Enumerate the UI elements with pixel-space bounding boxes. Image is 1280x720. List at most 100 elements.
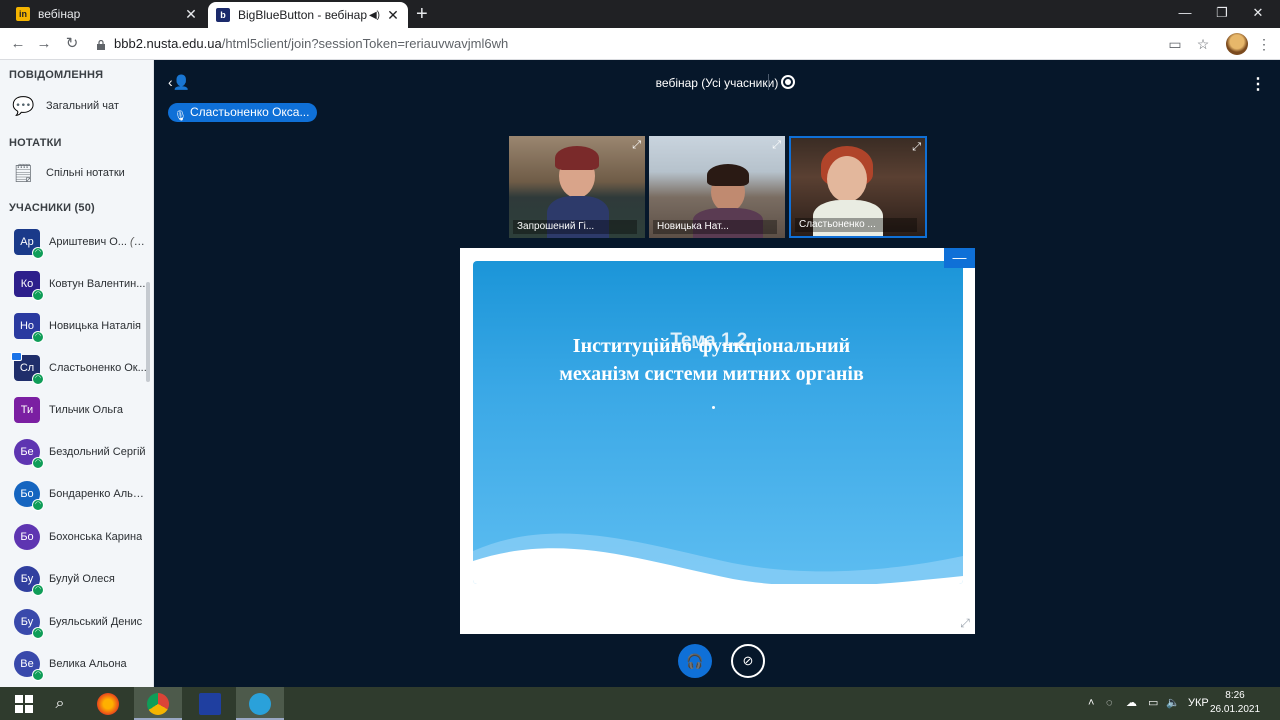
notes-heading: НОТАТКИ: [9, 137, 62, 149]
user-name: Бондаренко Альб...: [49, 488, 147, 500]
browser-tabstrip: in вебінар ✕ b BigBlueButton - вебінар (…: [0, 0, 1280, 28]
battery-icon[interactable]: ▭: [1148, 687, 1158, 720]
user-item[interactable]: Бу ◠ Буяльський Денис: [0, 601, 148, 643]
sidebar: ПОВІДОМЛЕННЯ 💬 Загальний чат НОТАТКИ 🗒 С…: [0, 60, 154, 687]
participant-face: [827, 156, 867, 202]
address-bar[interactable]: bbb2.nusta.edu.ua/html5client/join?sessi…: [92, 32, 1208, 56]
slide-background: [473, 261, 963, 584]
slide-wave: [473, 533, 963, 584]
user-item[interactable]: Бу ◠ Булуй Олеся: [0, 558, 148, 600]
user-item[interactable]: Бо Бохонська Карина: [0, 516, 148, 558]
star-icon[interactable]: ☆: [1194, 35, 1212, 53]
cloud-icon[interactable]: ☁: [1126, 687, 1137, 720]
minimize-presentation-button[interactable]: —: [944, 248, 975, 268]
user-item[interactable]: Ко ◠ Ковтун Валентин...: [0, 263, 148, 305]
back-icon[interactable]: ←: [8, 34, 28, 54]
headphones-icon: ◠: [32, 669, 44, 681]
user-name: Тильчик Ольга: [49, 404, 124, 416]
forward-icon[interactable]: →: [34, 34, 54, 54]
meeting-title: вебінар (Усі учасники): [655, 76, 779, 90]
video-tile[interactable]: ⤢ Сластьоненко ...: [789, 136, 927, 238]
user-name: Сластьоненко Ок...: [49, 362, 147, 374]
record-icon[interactable]: [781, 75, 795, 89]
reload-icon[interactable]: ↻: [62, 34, 82, 54]
public-chat-label: Загальний чат: [46, 100, 119, 112]
options-menu-icon[interactable]: ⋮: [1250, 74, 1266, 94]
avatar: Бе ◠: [14, 439, 44, 469]
network-icon[interactable]: ◌: [1106, 687, 1113, 720]
close-window-icon[interactable]: ✕: [1236, 0, 1280, 28]
telegram-icon[interactable]: [236, 687, 284, 720]
participant-hair: [555, 146, 599, 170]
close-icon[interactable]: ✕: [182, 6, 200, 23]
headphones-icon: ◠: [32, 289, 44, 301]
url-path: /html5client/join?sessionToken=reriauvwa…: [221, 36, 509, 51]
language-indicator[interactable]: УКР: [1188, 687, 1209, 720]
sidebar-scrollbar[interactable]: [146, 282, 150, 382]
avatar: Ар ◠: [14, 229, 44, 259]
user-name: Булуй Олеся: [49, 573, 115, 585]
fullscreen-icon[interactable]: ⤢: [772, 139, 781, 152]
user-item[interactable]: Но ◠ Новицька Наталія: [0, 305, 148, 347]
browser-tab-webinar[interactable]: in вебінар ✕: [8, 0, 206, 28]
shared-notes-label: Спільні нотатки: [46, 167, 125, 179]
user-item[interactable]: Бе ◠ Бездольний Сергій: [0, 431, 148, 473]
user-item[interactable]: Сл ◠ Сластьоненко Ок...: [0, 347, 148, 389]
lock-icon: [97, 39, 105, 50]
video-name: Сластьоненко ...: [795, 218, 917, 232]
tray-up-icon[interactable]: ˄: [1088, 687, 1094, 720]
video-tile[interactable]: ⤢ Новицька Нат...: [649, 136, 785, 238]
avatar: Ко ◠: [14, 271, 44, 301]
avatar: Но ◠: [14, 313, 44, 343]
fullscreen-icon[interactable]: ⤢: [956, 614, 974, 632]
close-icon[interactable]: ✕: [384, 7, 402, 24]
camera-off-button[interactable]: ⊘: [731, 644, 765, 678]
fullscreen-icon[interactable]: ⤢: [912, 141, 921, 154]
tab-title: BigBlueButton - вебінар (Усі: [238, 8, 369, 22]
speaker-icon[interactable]: ◀): [369, 10, 380, 21]
user-item[interactable]: Ар◠ Ариштевич О... (Ви): [0, 221, 148, 263]
taskbar: ⌕ ˄ ◌ ☁ ▭ 🔈 УКР 8:26 26.01.2021: [0, 687, 1280, 720]
browser-tab-bbb[interactable]: b BigBlueButton - вебінар (Усі ◀) ✕: [208, 2, 408, 28]
menu-icon[interactable]: ⋮: [1255, 35, 1273, 53]
firefox-icon[interactable]: [84, 687, 132, 720]
url-host: bbb2.nusta.edu.ua: [114, 36, 222, 51]
slide-dot: [712, 406, 715, 409]
new-tab-button[interactable]: +: [416, 3, 428, 26]
video-name: Запрошений Гі...: [513, 220, 637, 234]
avatar: Ти: [14, 397, 40, 423]
user-name: Новицька Наталія: [49, 320, 141, 332]
divider: [768, 74, 769, 90]
chat-icon: 💬: [12, 96, 35, 116]
user-name: Бездольний Сергій: [49, 446, 146, 458]
headphones-icon: ◠: [32, 584, 44, 596]
user-item[interactable]: Ти Тильчик Ольга: [0, 389, 148, 431]
video-tile[interactable]: ⤢ Запрошений Гі...: [509, 136, 645, 238]
user-name: Велика Альона: [49, 658, 127, 670]
user-item[interactable]: Бо ◠ Бондаренко Альб...: [0, 473, 148, 515]
clock-date: 26.01.2021: [1210, 704, 1261, 715]
shared-notes-item[interactable]: 🗒 Спільні нотатки: [12, 162, 125, 184]
headphones-button[interactable]: 🎧: [678, 644, 712, 678]
volume-icon[interactable]: 🔈: [1166, 687, 1180, 720]
chrome-icon[interactable]: [134, 687, 182, 720]
profile-avatar[interactable]: [1226, 33, 1248, 55]
video-name: Новицька Нат...: [653, 220, 777, 234]
cast-icon[interactable]: ▭: [1166, 35, 1184, 53]
talking-indicator: 🎙 Сластьоненко Окса...: [168, 103, 318, 122]
notes-icon: 🗒: [12, 163, 35, 183]
user-name: Бохонська Карина: [49, 531, 143, 543]
slide-topic-overlay: Тема 1.2.: [670, 330, 753, 351]
in-icon: in: [16, 7, 30, 21]
user-item[interactable]: Ве ◠ Велика Альона: [0, 643, 148, 685]
presenter-icon: [11, 352, 22, 361]
search-icon[interactable]: ⌕: [36, 687, 84, 720]
browser-toolbar: ← → ↻ bbb2.nusta.edu.ua/html5client/join…: [0, 28, 1280, 60]
clock[interactable]: 8:26 26.01.2021: [1210, 689, 1260, 717]
fullscreen-icon[interactable]: ⤢: [632, 139, 641, 152]
bbb-icon: b: [216, 8, 230, 22]
save-icon[interactable]: [186, 687, 234, 720]
headphones-icon: ◠: [32, 457, 44, 469]
participant-hair: [707, 164, 749, 186]
public-chat-item[interactable]: 💬 Загальний чат: [12, 95, 119, 117]
